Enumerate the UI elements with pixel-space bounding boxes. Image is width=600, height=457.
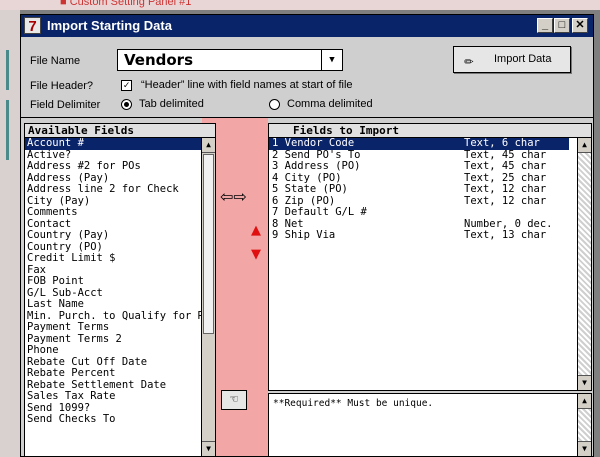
list-item[interactable]: Address #2 for POs — [25, 160, 215, 173]
import-dialog: 7 Import Starting Data _ □ ✕ File Name V… — [20, 14, 594, 457]
pencil-icon: ✏ — [464, 50, 474, 69]
tab-delimited-label[interactable]: Tab delimited — [139, 98, 204, 110]
scroll-down-icon[interactable]: ▼ — [578, 375, 591, 390]
list-item[interactable]: Phone — [25, 344, 215, 357]
scroll-thumb[interactable] — [203, 154, 214, 334]
close-icon: ✕ — [575, 19, 585, 31]
available-fields-list[interactable]: Account # Active? Address #2 for POs Add… — [25, 137, 215, 426]
paste-icon: ☜ — [230, 392, 238, 407]
paste-button[interactable]: ☜ — [221, 390, 247, 410]
available-fields-header: Available Fields — [25, 124, 215, 138]
file-header-checkbox[interactable]: ✓ — [121, 80, 132, 91]
field-type: Text, 12 char — [464, 183, 547, 195]
notes-panel: **Required** Must be unique. ▲ ▼ — [268, 393, 592, 456]
file-name-value: Vendors — [124, 51, 194, 69]
fields-to-import-header: Fields to Import — [269, 124, 591, 138]
field-type: Text, 12 char — [464, 194, 547, 207]
file-header-text: “Header” line with field names at start … — [141, 79, 353, 91]
transfer-arrows-icon[interactable]: ⇦⇨ — [220, 187, 247, 206]
tab-delimited-radio[interactable] — [121, 99, 132, 110]
list-item[interactable]: Credit Limit $ — [25, 252, 215, 265]
fields-to-import-list[interactable]: 1 Vendor Code Text, 6 char 2 Send PO's T… — [269, 137, 569, 242]
background-left-edge — [0, 10, 20, 457]
field-name: 1 Vendor Code — [272, 137, 355, 149]
scroll-down-icon[interactable]: ▼ — [578, 441, 591, 456]
field-delimiter-label: Field Delimiter — [30, 99, 101, 111]
move-up-icon[interactable]: ▲ — [251, 223, 261, 238]
file-name-label: File Name — [30, 55, 81, 67]
scroll-up-icon[interactable]: ▲ — [202, 138, 215, 153]
right-edge — [592, 118, 593, 456]
table-row[interactable]: 5 State (PO) Text, 12 char — [269, 183, 569, 196]
field-type: Text, 45 char — [464, 160, 547, 172]
list-item[interactable]: Country (Pay) — [25, 229, 215, 242]
minimize-icon: _ — [541, 19, 549, 31]
divider — [21, 117, 593, 118]
comma-delimited-radio[interactable] — [269, 99, 280, 110]
chevron-down-icon[interactable]: ▼ — [321, 50, 342, 70]
list-item[interactable]: Account # — [25, 137, 215, 150]
title-bar[interactable]: 7 Import Starting Data _ □ ✕ — [21, 15, 593, 37]
file-name-select[interactable]: Vendors ▼ — [117, 49, 343, 71]
scroll-up-icon[interactable]: ▲ — [578, 138, 591, 153]
field-name: 7 Default G/L # — [272, 206, 367, 218]
scroll-up-icon[interactable]: ▲ — [578, 394, 591, 409]
field-name: 9 Ship Via — [272, 229, 336, 241]
notes-scrollbar[interactable]: ▲ ▼ — [577, 394, 591, 456]
table-row[interactable]: 1 Vendor Code Text, 6 char — [269, 137, 569, 150]
field-type: Text, 13 char — [464, 229, 547, 241]
list-item[interactable]: FOB Point — [25, 275, 215, 288]
list-item[interactable]: Sales Tax Rate — [25, 390, 215, 403]
checkmark-icon: ✓ — [123, 80, 130, 91]
list-item[interactable]: Payment Terms — [25, 321, 215, 334]
maximize-icon: □ — [558, 19, 566, 31]
list-item[interactable]: Send Checks To — [25, 413, 215, 426]
close-button[interactable]: ✕ — [572, 18, 588, 33]
list-item[interactable]: Rebate Percent — [25, 367, 215, 380]
file-header-label: File Header? — [30, 80, 93, 92]
import-data-button[interactable]: ✏ Import Data — [453, 46, 571, 73]
window-title: Import Starting Data — [47, 18, 172, 33]
table-row[interactable]: 7 Default G/L # — [269, 206, 569, 219]
field-name: 3 Address (PO) — [272, 160, 361, 172]
available-scrollbar[interactable]: ▲ ▼ — [201, 138, 215, 456]
import-scrollbar[interactable]: ▲ ▼ — [577, 138, 591, 390]
import-data-label: Import Data — [494, 53, 552, 65]
list-item[interactable]: Comments — [25, 206, 215, 219]
table-row[interactable]: 3 Address (PO) Text, 45 char — [269, 160, 569, 173]
move-down-icon[interactable]: ▼ — [251, 247, 261, 262]
fields-to-import-panel: Fields to Import 1 Vendor Code Text, 6 c… — [268, 123, 592, 391]
field-name: 5 State (PO) — [272, 183, 348, 195]
background-decor — [6, 50, 9, 90]
required-note: **Required** Must be unique. — [273, 398, 434, 409]
minimize-button[interactable]: _ — [537, 18, 553, 33]
app-icon: 7 — [24, 17, 41, 35]
maximize-button[interactable]: □ — [554, 18, 570, 33]
background-window-title: ■ Custom Setting Panel #1 — [60, 0, 192, 8]
scroll-down-icon[interactable]: ▼ — [202, 441, 215, 456]
background-window-strip: ■ Custom Setting Panel #1 — [0, 0, 600, 10]
available-fields-panel: Available Fields Account # Active? Addre… — [24, 123, 216, 456]
table-row[interactable]: 9 Ship Via Text, 13 char — [269, 229, 569, 242]
list-item[interactable]: Last Name — [25, 298, 215, 311]
field-type: Text, 6 char — [464, 137, 540, 149]
list-item[interactable]: Address line 2 for Check — [25, 183, 215, 196]
background-decor — [6, 100, 9, 160]
comma-delimited-label[interactable]: Comma delimited — [287, 98, 373, 110]
